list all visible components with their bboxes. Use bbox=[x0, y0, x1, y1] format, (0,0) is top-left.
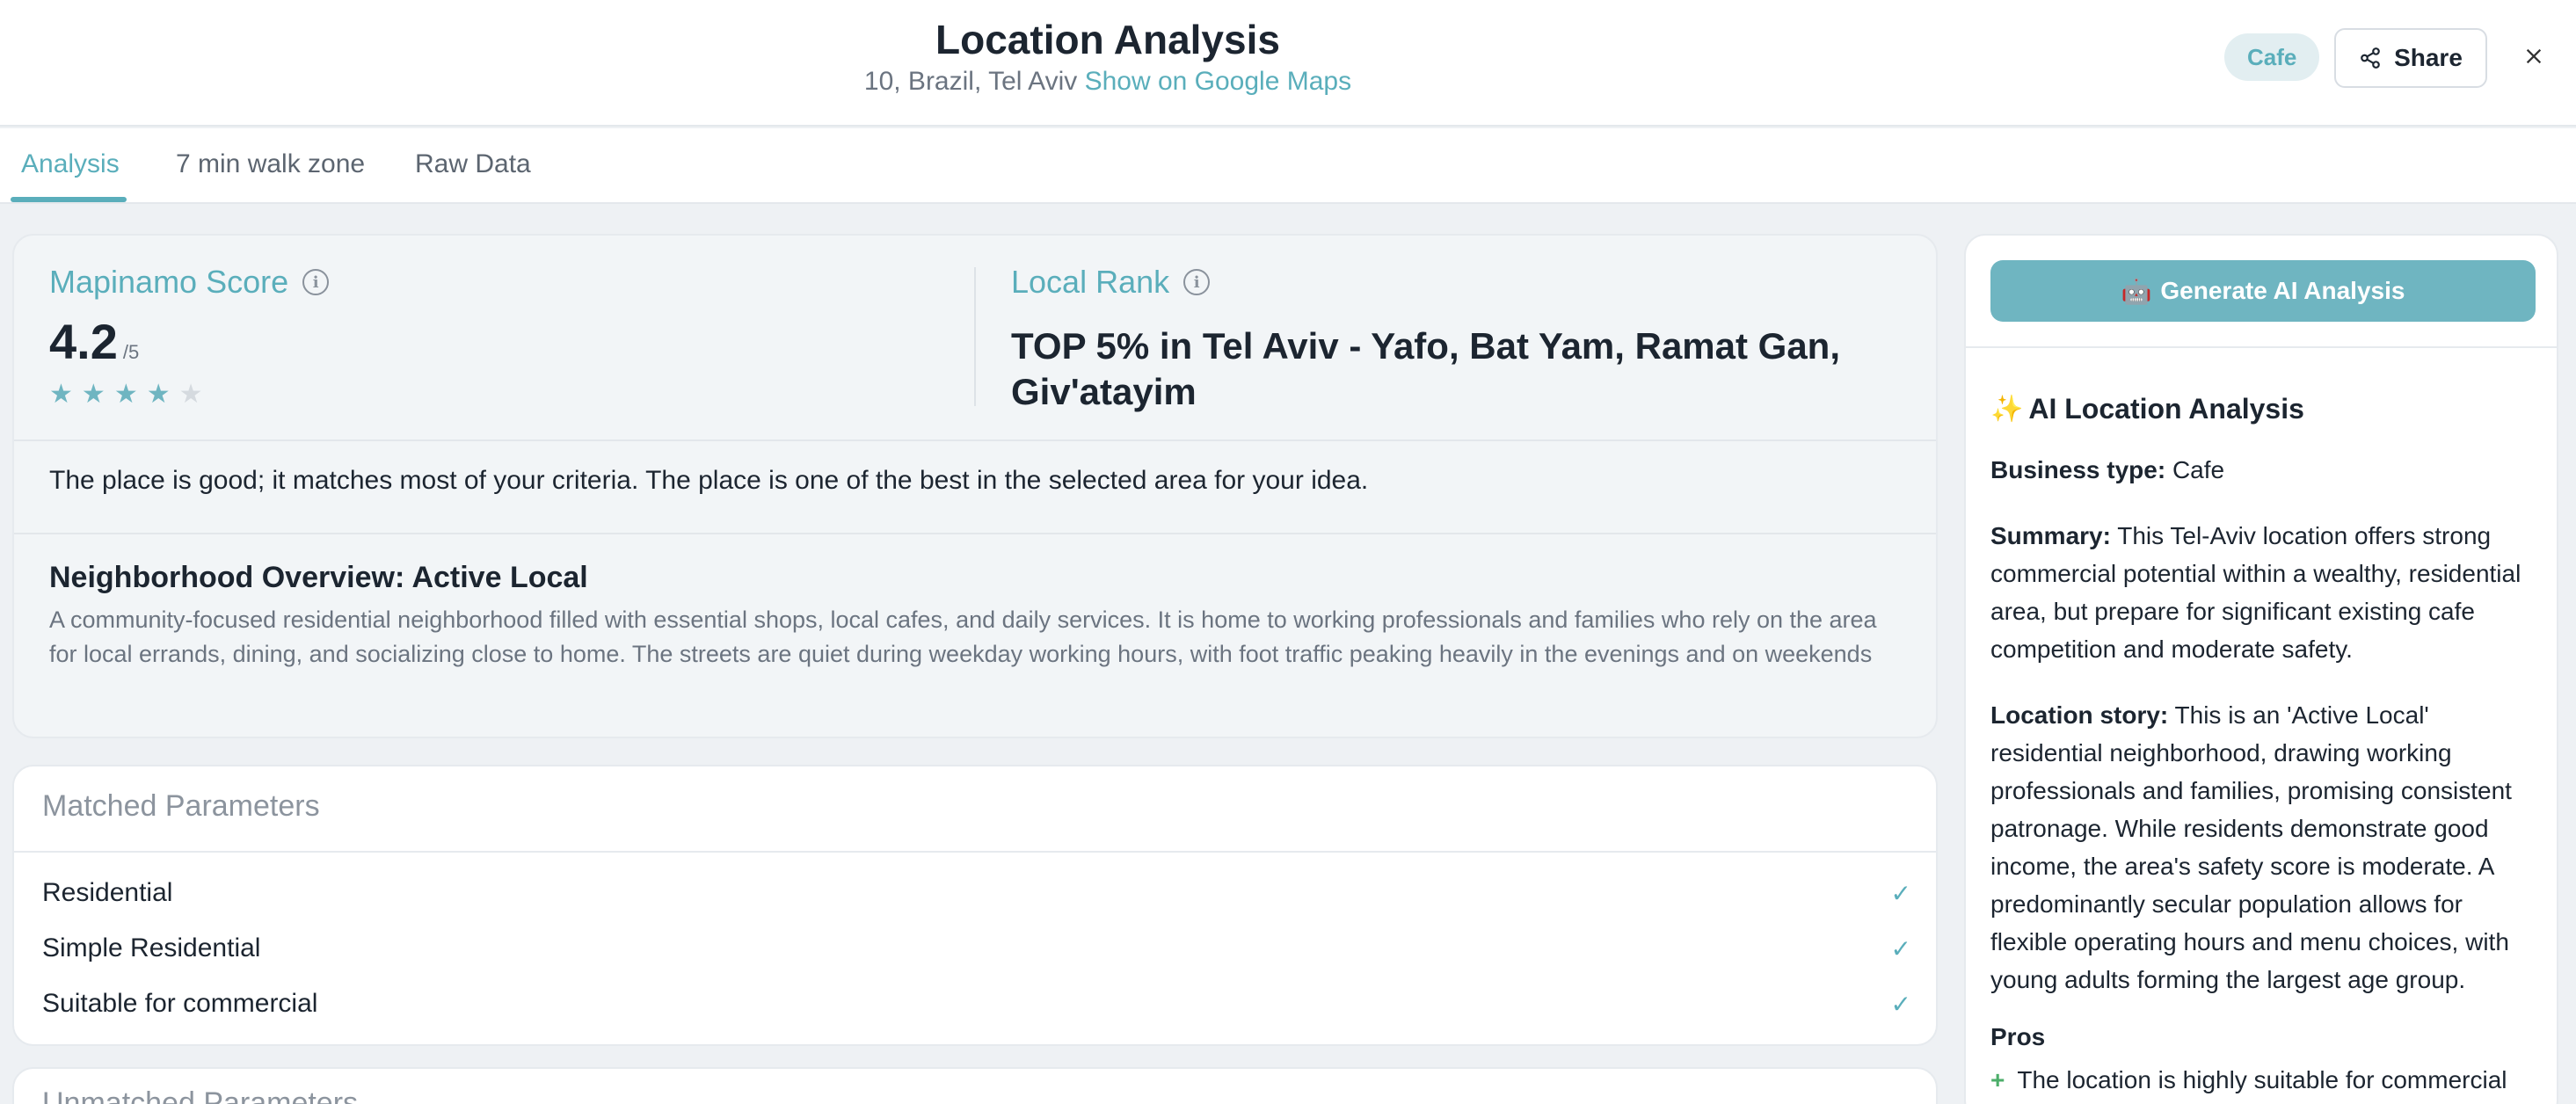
neighborhood-title: Neighborhood Overview: Active Local bbox=[49, 561, 588, 594]
parameter-label: Residential bbox=[42, 878, 173, 907]
score-value: 4.2 /5 bbox=[49, 313, 329, 370]
list-item: Suitable for commercial ✓ bbox=[42, 986, 1911, 1021]
divider bbox=[974, 267, 976, 406]
score-summary: The place is good; it matches most of yo… bbox=[49, 466, 1369, 495]
score-card: Mapinamo Score i 4.2 /5 ★ ★ ★ ★ ★ Local … bbox=[12, 234, 1938, 738]
neighborhood-description: A community-focused residential neighbor… bbox=[49, 606, 1877, 667]
info-icon[interactable]: i bbox=[302, 269, 330, 295]
score-label: Mapinamo Score i bbox=[49, 264, 330, 301]
share-button[interactable]: Share bbox=[2334, 28, 2487, 88]
summary-label: Summary: bbox=[1990, 522, 2111, 549]
business-type-value: Cafe bbox=[2172, 456, 2225, 483]
score-section: Mapinamo Score i 4.2 /5 ★ ★ ★ ★ ★ bbox=[49, 264, 330, 410]
business-type-line: Business type: Cafe bbox=[1990, 451, 2536, 489]
rank-value: TOP 5% in Tel Aviv - Yafo, Bat Yam, Rama… bbox=[1011, 325, 1841, 412]
matched-parameters-card: Matched Parameters Residential ✓ Simple … bbox=[12, 765, 1938, 1046]
location-story-text: This is an 'Active Local' residential ne… bbox=[1990, 701, 2512, 993]
star-filled-icon: ★ bbox=[49, 380, 73, 409]
tab-walk-zone[interactable]: 7 min walk zone bbox=[176, 149, 365, 179]
unmatched-parameters-title: Unmatched Parameters bbox=[42, 1086, 359, 1104]
score-number: 4.2 bbox=[49, 314, 118, 369]
star-filled-icon: ★ bbox=[146, 380, 171, 409]
business-type-tag: Cafe bbox=[2224, 33, 2320, 81]
google-maps-link[interactable]: Show on Google Maps bbox=[1085, 67, 1352, 96]
score-label-text: Mapinamo Score bbox=[49, 264, 289, 300]
pro-text: The location is highly suitable for comm… bbox=[2017, 1066, 2507, 1093]
check-icon: ✓ bbox=[1890, 934, 1911, 962]
ai-summary: Summary: This Tel-Aviv location offers s… bbox=[1990, 517, 2536, 668]
divider bbox=[14, 533, 1936, 534]
tab-raw-data[interactable]: Raw Data bbox=[415, 149, 531, 179]
parameter-label: Suitable for commercial bbox=[42, 989, 318, 1018]
robot-icon: 🤖 bbox=[2121, 277, 2152, 305]
check-icon: ✓ bbox=[1890, 879, 1911, 907]
star-filled-icon: ★ bbox=[113, 380, 138, 409]
share-label: Share bbox=[2394, 44, 2463, 71]
info-icon[interactable]: i bbox=[1183, 269, 1211, 295]
business-type-label: Business type: bbox=[1990, 456, 2166, 483]
divider bbox=[1966, 346, 2557, 348]
sparkle-icon: ✨ bbox=[1990, 395, 2024, 424]
page-title: Location Analysis bbox=[935, 17, 1280, 62]
list-item: Simple Residential ✓ bbox=[42, 931, 1911, 966]
star-rating: ★ ★ ★ ★ ★ bbox=[49, 379, 329, 410]
close-button[interactable] bbox=[2516, 39, 2551, 74]
rank-label-text: Local Rank bbox=[1011, 264, 1170, 300]
divider bbox=[14, 439, 1936, 441]
ai-analysis-panel: 🤖 Generate AI Analysis ✨ AI Location Ana… bbox=[1964, 234, 2558, 1104]
active-tab-indicator bbox=[11, 197, 127, 202]
tab-analysis[interactable]: Analysis bbox=[21, 149, 120, 179]
rank-label: Local Rank i bbox=[1011, 264, 1925, 301]
pros-list-item: + The location is highly suitable for co… bbox=[1990, 1061, 2536, 1099]
parameter-label: Simple Residential bbox=[42, 933, 261, 962]
pros-title: Pros bbox=[1990, 1023, 2046, 1050]
address-line: 10, Brazil, Tel Aviv Show on Google Maps bbox=[0, 67, 2216, 97]
divider bbox=[14, 851, 1936, 853]
ai-analysis-body: ✨ AI Location Analysis Business type: Ca… bbox=[1990, 390, 2536, 1099]
ai-heading-text: AI Location Analysis bbox=[2028, 393, 2304, 425]
matched-parameters-title: Matched Parameters bbox=[42, 789, 320, 823]
list-item: Residential ✓ bbox=[42, 875, 1911, 911]
score-max: /5 bbox=[122, 341, 140, 363]
check-icon: ✓ bbox=[1890, 990, 1911, 1018]
generate-ai-analysis-button[interactable]: 🤖 Generate AI Analysis bbox=[1990, 260, 2536, 322]
ai-analysis-heading: ✨ AI Location Analysis bbox=[1990, 390, 2536, 428]
rank-section: Local Rank i TOP 5% in Tel Aviv - Yafo, … bbox=[1011, 264, 1925, 415]
generate-button-label: Generate AI Analysis bbox=[2160, 277, 2405, 304]
header: Location Analysis 10, Brazil, Tel Aviv S… bbox=[0, 0, 2576, 127]
close-icon bbox=[2526, 48, 2542, 64]
unmatched-parameters-card: Unmatched Parameters bbox=[12, 1067, 1938, 1104]
star-filled-icon: ★ bbox=[81, 380, 106, 409]
plus-icon: + bbox=[1990, 1066, 2005, 1093]
location-story-label: Location story: bbox=[1990, 701, 2169, 729]
star-empty-icon: ★ bbox=[178, 380, 203, 409]
tab-bar: Analysis 7 min walk zone Raw Data bbox=[0, 128, 2576, 204]
address-text: 10, Brazil, Tel Aviv bbox=[863, 67, 1078, 96]
share-icon bbox=[2361, 47, 2380, 69]
location-story: Location story: This is an 'Active Local… bbox=[1990, 696, 2536, 999]
